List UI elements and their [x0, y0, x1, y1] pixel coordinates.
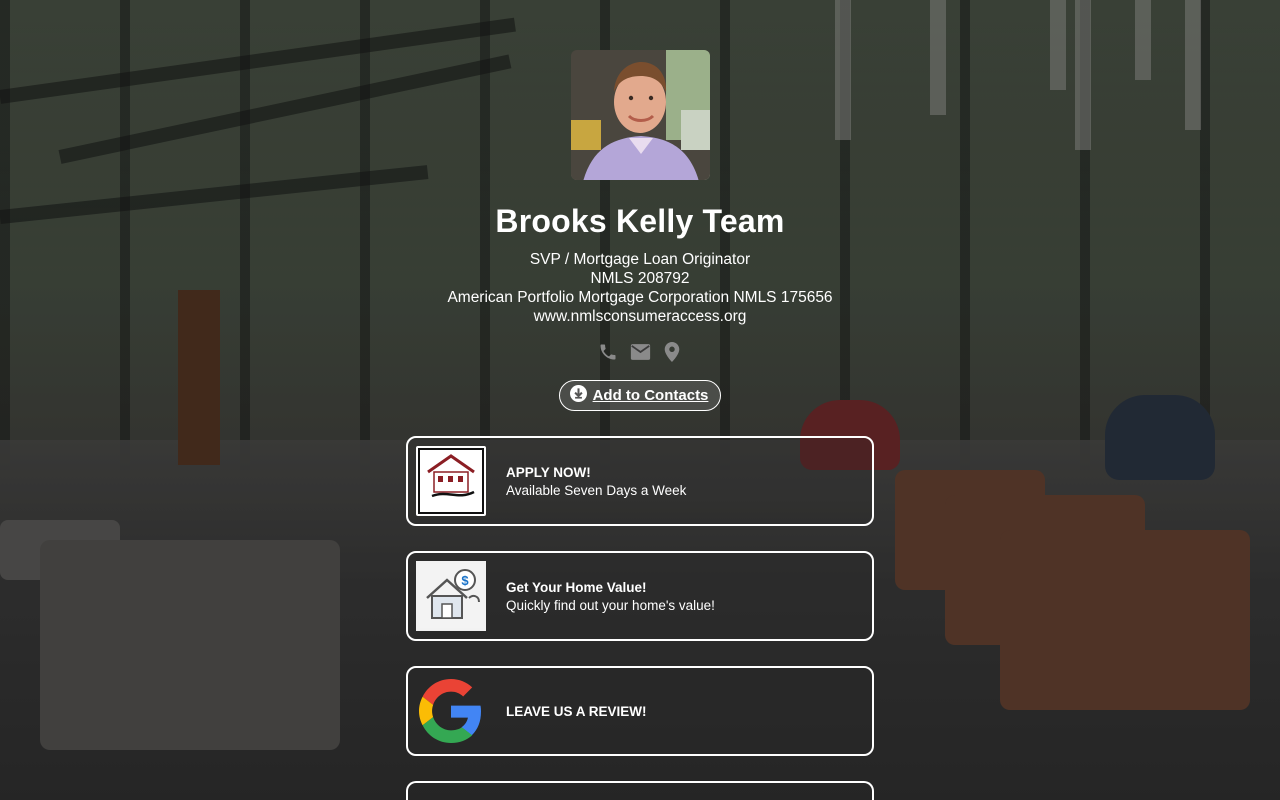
link-leave-review[interactable]: LEAVE US A REVIEW! — [406, 666, 874, 757]
download-icon — [569, 385, 587, 406]
link-home-value-text: Get Your Home Value! Quickly find out yo… — [506, 580, 715, 613]
profile-photo — [570, 50, 710, 180]
location-pin-icon[interactable] — [662, 342, 683, 363]
contact-icons — [598, 342, 683, 363]
add-to-contacts-button[interactable]: Add to Contacts — [558, 379, 722, 412]
link-apply-now[interactable]: APPLY NOW! Available Seven Days a Week — [406, 436, 874, 527]
profile-nmls: NMLS 208792 — [590, 269, 690, 287]
link-leave-review-text: LEAVE US A REVIEW! — [506, 704, 647, 719]
link-home-value[interactable]: $ Get Your Home Value! Quickly find out … — [406, 551, 874, 642]
link-title: LEAVE US A REVIEW! — [506, 703, 647, 719]
link-subtitle: Available Seven Days a Week — [506, 482, 687, 498]
link-partial-next[interactable] — [406, 781, 874, 800]
email-icon[interactable] — [630, 342, 651, 363]
google-logo — [416, 676, 486, 746]
link-list: APPLY NOW! Available Seven Days a Week $… — [406, 436, 874, 757]
profile-name: Brooks Kelly Team — [495, 202, 785, 239]
profile-company: American Portfolio Mortgage Corporation … — [447, 288, 833, 306]
profile-website: www.nmlsconsumeraccess.org — [533, 307, 747, 325]
svg-text:$: $ — [461, 573, 469, 588]
phone-icon[interactable] — [598, 342, 619, 363]
apmc-logo — [416, 446, 486, 517]
link-subtitle: Quickly find out your home's value! — [506, 597, 715, 613]
profile-info: SVP / Mortgage Loan Originator NMLS 2087… — [447, 250, 832, 326]
add-to-contacts-label: Add to Contacts — [592, 387, 709, 404]
link-title: Get Your Home Value! — [506, 579, 647, 595]
link-title: APPLY NOW! — [506, 464, 591, 480]
link-apply-now-text: APPLY NOW! Available Seven Days a Week — [506, 465, 686, 498]
profile-page: Brooks Kelly Team SVP / Mortgage Loan Or… — [0, 0, 1280, 800]
house-value-icon: $ — [416, 561, 486, 632]
profile-title: SVP / Mortgage Loan Originator — [529, 250, 751, 268]
